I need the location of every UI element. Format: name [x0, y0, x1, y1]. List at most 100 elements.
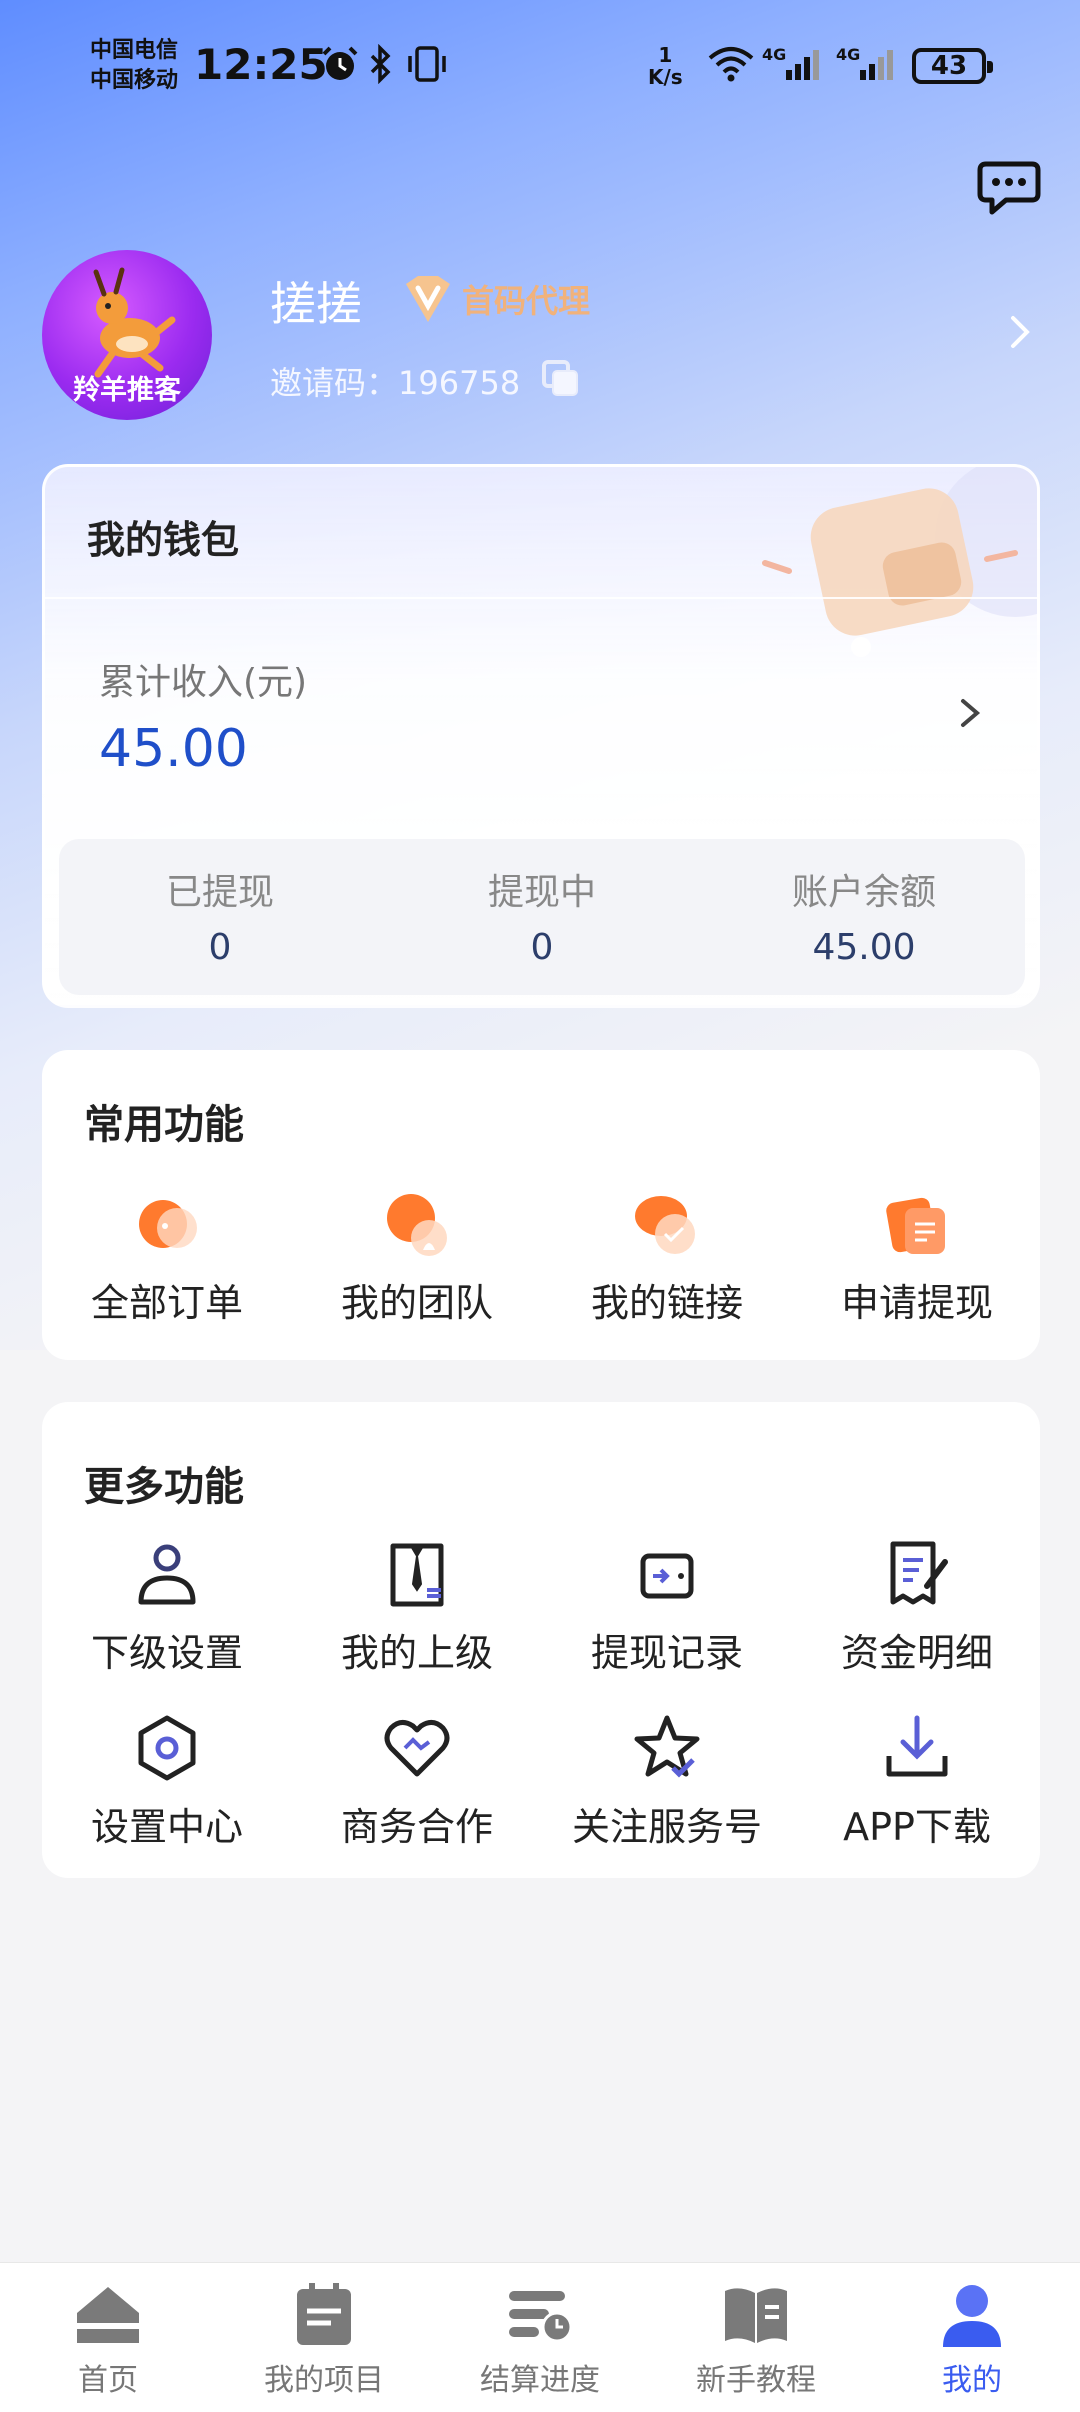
wallet-icon: [640, 1553, 694, 1599]
grid-item-label: 设置中心: [90, 1805, 243, 1849]
more-functions-card: 更多功能 下级设置 我的上级 提现记录 资金明细 设置中心 商务合作 关注服务号…: [42, 1402, 1040, 1878]
grid-item-settings-center[interactable]: 设置中心: [42, 1712, 292, 1851]
settings-hexagon-icon: [138, 1715, 196, 1781]
project-icon: [297, 2283, 351, 2345]
invite-code: 196758: [398, 364, 521, 402]
signal-4g-icon-1: 4G: [762, 45, 819, 80]
superior-icon: [390, 1543, 444, 1607]
common-functions-card: 常用功能 全部订单 我的团队 我的链接 申请提现: [42, 1050, 1040, 1360]
stat-balance[interactable]: 账户余额 45.00: [703, 839, 1025, 995]
stat-label: 提现中: [487, 872, 596, 913]
settlement-icon: [509, 2291, 573, 2343]
income-value[interactable]: 45.00: [99, 719, 248, 779]
grid-item-my-team[interactable]: 我的团队: [292, 1188, 542, 1327]
handshake-heart-icon: [384, 1720, 450, 1777]
grid-item-label: 申请提现: [840, 1281, 993, 1325]
avatar[interactable]: 羚羊推客: [42, 250, 212, 420]
stat-label: 已提现: [165, 872, 274, 913]
wallet-illustration-icon: [762, 467, 1037, 657]
orders-icon: [139, 1200, 197, 1248]
avatar-brand-text: 羚羊推客: [73, 375, 181, 406]
grid-item-withdraw-records[interactable]: 提现记录: [542, 1538, 792, 1677]
grid-item-label: 商务合作: [340, 1805, 493, 1849]
link-icon: [635, 1196, 695, 1254]
nav-beginner-tutorial[interactable]: 新手教程: [648, 2263, 864, 2412]
nav-settlement-progress[interactable]: 结算进度: [432, 2263, 648, 2412]
grid-item-follow-service-account[interactable]: 关注服务号: [542, 1712, 792, 1851]
grid-item-app-download[interactable]: APP下载: [792, 1712, 1042, 1851]
withdraw-icon: [886, 1197, 945, 1254]
copy-icon[interactable]: [542, 360, 580, 398]
profile-chevron-right-icon[interactable]: [1005, 312, 1035, 352]
invite-label: 邀请码：: [270, 364, 399, 402]
status-bar: 中国电信 中国移动 12:25 1 K/s 4G 4G 43: [0, 0, 1080, 130]
badge-label: 首码代理: [462, 282, 591, 320]
wifi-icon: [708, 47, 754, 82]
grid-item-label: 提现记录: [590, 1631, 743, 1675]
nav-label: 首页: [78, 2363, 138, 2398]
svg-text:4G: 4G: [836, 45, 860, 64]
team-icon: [387, 1194, 447, 1256]
income-label: 累计收入(元): [99, 662, 308, 703]
grid-item-label: 下级设置: [90, 1631, 243, 1675]
nav-label: 我的: [942, 2363, 1002, 2398]
stat-value: 0: [208, 927, 232, 968]
grid-item-label: APP下载: [843, 1805, 991, 1849]
book-icon: [725, 2288, 787, 2343]
vip-v-icon: [406, 276, 450, 322]
net-speed-unit: K/s: [648, 65, 683, 89]
nav-label: 结算进度: [480, 2363, 600, 2398]
username: 搓搓: [270, 277, 362, 331]
document-edit-icon: [890, 1541, 948, 1605]
grid-item-all-orders[interactable]: 全部订单: [42, 1188, 292, 1327]
grid-item-apply-withdraw[interactable]: 申请提现: [792, 1188, 1042, 1327]
grid-item-business-cooperation[interactable]: 商务合作: [292, 1712, 542, 1851]
nav-home[interactable]: 首页: [0, 2263, 216, 2412]
grid-item-subordinate-settings[interactable]: 下级设置: [42, 1538, 292, 1677]
grid-item-label: 全部订单: [90, 1281, 243, 1325]
grid-item-label: 资金明细: [840, 1631, 993, 1675]
stat-value: 0: [530, 927, 554, 968]
common-functions-title: 常用功能: [84, 1102, 244, 1148]
vibrate-icon: [408, 46, 446, 82]
user-icon: [138, 1544, 196, 1605]
svg-text:4G: 4G: [762, 45, 786, 64]
bluetooth-icon: [370, 44, 391, 84]
wallet-card: 我的钱包 累计收入(元) 45.00 已提现 0 提现中 0 账户余额 45.0…: [42, 464, 1040, 1008]
battery-indicator: 43: [912, 48, 993, 84]
bottom-nav: 首页 我的项目 结算进度 新手教程 我的: [0, 2262, 1080, 2412]
status-time: 12:25: [194, 40, 328, 89]
grid-item-fund-details[interactable]: 资金明细: [792, 1538, 1042, 1677]
carrier-labels: 中国电信 中国移动: [90, 36, 178, 96]
more-functions-title: 更多功能: [84, 1464, 244, 1510]
stat-withdrawn[interactable]: 已提现 0: [59, 839, 381, 995]
stat-withdrawing[interactable]: 提现中 0: [381, 839, 703, 995]
download-icon: [886, 1715, 948, 1777]
carrier-2: 中国移动: [90, 68, 179, 93]
net-speed-value: 1: [658, 43, 673, 67]
carrier-1: 中国电信: [90, 38, 179, 63]
net-speed: 1 K/s: [648, 44, 683, 88]
nav-label: 新手教程: [696, 2363, 816, 2398]
grid-item-label: 我的链接: [590, 1281, 743, 1325]
grid-item-label: 我的团队: [340, 1281, 493, 1325]
nav-mine[interactable]: 我的: [864, 2263, 1080, 2412]
chat-icon[interactable]: [976, 158, 1042, 220]
grid-item-my-superior[interactable]: 我的上级: [292, 1538, 542, 1677]
agent-badge: 首码代理: [402, 274, 590, 324]
wallet-stats: 已提现 0 提现中 0 账户余额 45.00: [59, 839, 1025, 995]
profile-icon: [943, 2285, 1001, 2347]
grid-item-my-links[interactable]: 我的链接: [542, 1188, 792, 1327]
star-check-icon: [634, 1715, 700, 1778]
grid-item-label: 关注服务号: [571, 1805, 762, 1849]
grid-item-label: 我的上级: [340, 1631, 493, 1675]
income-chevron-right-icon[interactable]: [957, 693, 983, 733]
home-icon: [77, 2287, 139, 2343]
wallet-divider: [45, 597, 1037, 599]
invite-code-row: 邀请码：196758: [270, 358, 520, 404]
stat-value: 45.00: [812, 927, 916, 968]
nav-my-projects[interactable]: 我的项目: [216, 2263, 432, 2412]
signal-4g-icon-2: 4G: [836, 45, 893, 80]
alarm-icon: [322, 46, 358, 80]
stat-label: 账户余额: [791, 872, 936, 913]
